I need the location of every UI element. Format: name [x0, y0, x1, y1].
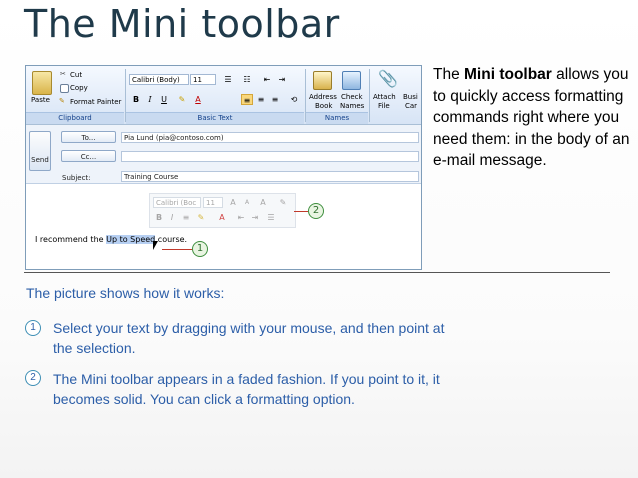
step-text-1: Select your text by dragging with your m… [53, 320, 445, 356]
check-names-label-line1[interactable]: Check [341, 93, 363, 101]
message-body-text[interactable]: I recommend the Up to Speed course. [35, 235, 187, 244]
cut-icon[interactable]: ✂ [60, 70, 66, 78]
decrease-indent-icon[interactable]: ⇤ [261, 74, 273, 85]
bullets-icon[interactable]: ☰ [222, 74, 234, 85]
send-button[interactable]: Send [29, 131, 51, 171]
callout-2: 2 [308, 203, 324, 219]
address-book-label-line2[interactable]: Book [315, 102, 332, 110]
divider [24, 272, 610, 273]
ribbon: Paste ✂ Cut Copy ✎ Format Painter Clipbo… [26, 66, 421, 125]
to-field[interactable]: Pia Lund (pia@contoso.com) [121, 132, 419, 143]
group-basic-text: Basic Text [126, 112, 304, 124]
numbering-icon[interactable]: ☷ [241, 74, 253, 85]
mini-increase-indent-icon[interactable]: ⇥ [249, 212, 261, 223]
font-name-combo[interactable]: Calibri (Body) [129, 74, 189, 85]
message-header: Send To... Cc... Pia Lund (pia@contoso.c… [26, 125, 421, 184]
callout-1-leader [162, 249, 192, 250]
mini-font-color-icon[interactable]: A [216, 212, 228, 223]
attach-file-icon[interactable]: 📎 [378, 69, 398, 88]
mini-grow-font-icon[interactable]: A [227, 197, 239, 208]
subject-label: Subject: [62, 174, 91, 182]
mouse-pointer-icon [153, 241, 158, 250]
align-left-icon[interactable]: ≡ [241, 94, 253, 105]
body-text-before: I recommend the [35, 235, 107, 244]
highlight-icon[interactable]: ✎ [176, 94, 188, 105]
address-book-icon[interactable] [313, 71, 332, 90]
business-card-label-line2[interactable]: Car [405, 102, 417, 110]
side-text-prefix: The [433, 66, 465, 83]
mini-decrease-indent-icon[interactable]: ⇤ [235, 212, 247, 223]
italic-icon[interactable]: I [144, 94, 156, 105]
font-color-icon[interactable]: A [192, 94, 204, 105]
align-right-icon[interactable]: ≡ [269, 94, 281, 105]
body-text-after: course. [155, 235, 188, 244]
copy-icon[interactable] [60, 84, 69, 93]
underline-icon[interactable]: U [158, 94, 170, 105]
format-painter-label[interactable]: Format Painter [70, 98, 121, 106]
check-names-icon[interactable] [342, 71, 361, 90]
selected-text[interactable]: Up to Speed [106, 235, 156, 244]
align-center-icon[interactable]: ≡ [255, 94, 267, 105]
increase-indent-icon[interactable]: ⇥ [276, 74, 288, 85]
attach-file-label-line2[interactable]: File [378, 102, 390, 110]
ribbon-separator [369, 69, 370, 122]
mini-bold-icon[interactable]: B [153, 212, 165, 223]
mini-font-name-combo[interactable]: Calibri (Boc [153, 197, 201, 208]
subject-field[interactable]: Training Course [121, 171, 419, 182]
side-description: The Mini toolbar allows you to quickly a… [433, 64, 633, 172]
mini-italic-icon[interactable]: I [166, 212, 178, 223]
business-card-label-line1[interactable]: Busi [403, 93, 418, 101]
mini-highlight-icon[interactable]: ✎ [195, 212, 207, 223]
cut-label[interactable]: Cut [70, 71, 82, 79]
slide-title: The Mini toolbar [24, 2, 340, 46]
paste-icon[interactable] [32, 71, 52, 95]
check-names-label-line2[interactable]: Names [340, 102, 364, 110]
group-clipboard: Clipboard [26, 112, 124, 124]
mini-center-icon[interactable]: ≡ [180, 212, 192, 223]
copy-label[interactable]: Copy [70, 84, 88, 92]
cc-button[interactable]: Cc... [61, 150, 116, 162]
attach-file-label-line1[interactable]: Attach [373, 93, 396, 101]
step-text-2: The Mini toolbar appears in a faded fash… [53, 371, 440, 407]
side-text-bold: Mini toolbar [464, 66, 552, 83]
to-button[interactable]: To... [61, 131, 116, 143]
mini-font-size-combo[interactable]: 11 [203, 197, 223, 208]
callout-2-leader [294, 211, 308, 212]
address-book-label-line1[interactable]: Address [309, 93, 337, 101]
font-size-combo[interactable]: 11 [190, 74, 216, 85]
cc-field[interactable] [121, 151, 419, 162]
outlook-screenshot: Paste ✂ Cut Copy ✎ Format Painter Clipbo… [25, 65, 422, 270]
howto-intro: The picture shows how it works: [26, 285, 225, 301]
send-label: Send [31, 156, 49, 164]
mini-toolbar[interactable]: Calibri (Boc 11 A A A ✎ B I ≡ ✎ A ⇤ ⇥ ☰ [149, 193, 296, 228]
mini-shrink-font-icon[interactable]: A [241, 197, 253, 208]
mini-styles-icon[interactable]: A [257, 197, 269, 208]
styles-icon[interactable]: ⟲ [288, 94, 300, 105]
format-painter-icon[interactable]: ✎ [59, 97, 65, 105]
step-number-2: 2 [25, 370, 41, 386]
mini-format-painter-icon[interactable]: ✎ [277, 197, 289, 208]
group-names: Names [306, 112, 368, 124]
mini-bullets-icon[interactable]: ☰ [265, 212, 277, 223]
paste-label: Paste [31, 96, 50, 104]
bold-icon[interactable]: B [130, 94, 142, 105]
step-number-1: 1 [25, 320, 41, 336]
callout-1: 1 [192, 241, 208, 257]
